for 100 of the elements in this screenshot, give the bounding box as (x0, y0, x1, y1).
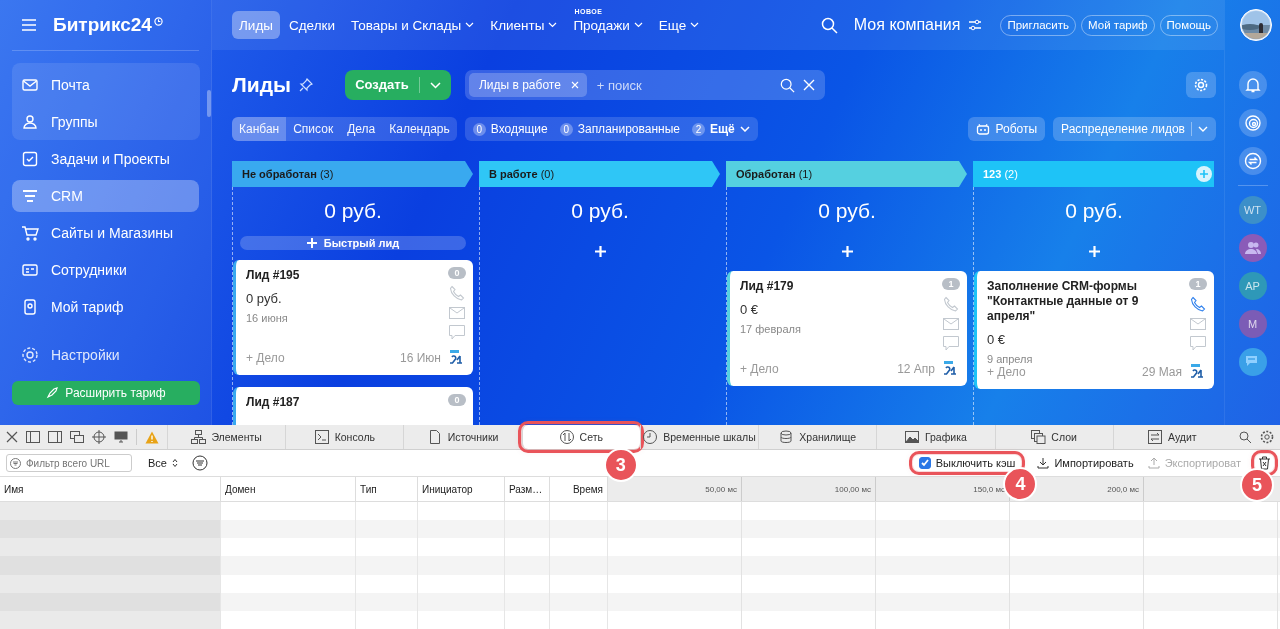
menu-icon[interactable] (21, 19, 37, 31)
card-deadline: 29 Мая (1142, 365, 1182, 379)
add-activity-link[interactable]: + Дело (246, 351, 285, 365)
devtools-tab[interactable]: Временные шкалы (639, 425, 759, 449)
nav-tab[interactable]: Сделки (282, 11, 342, 39)
user-avatar[interactable]: WT (1238, 196, 1267, 224)
devtools-tab[interactable]: Аудит (1112, 425, 1231, 449)
settings-icon[interactable] (1260, 430, 1274, 444)
crosshair-icon[interactable] (92, 430, 106, 444)
network-icon (559, 430, 575, 444)
devtools-tab[interactable]: Хранилище (758, 425, 877, 449)
view-tab[interactable]: Календарь (382, 117, 457, 141)
add-activity-link[interactable]: + Дело (987, 365, 1026, 379)
monitor-icon[interactable] (114, 431, 128, 443)
sidebar-item[interactable]: Мой тариф (12, 291, 199, 323)
column-header[interactable]: Тип (356, 477, 418, 501)
bitrix-logo-icon (1190, 363, 1206, 379)
type-select[interactable]: Все (148, 457, 178, 469)
nav-tab[interactable]: Клиенты (483, 11, 565, 39)
view-tab[interactable]: Список (286, 117, 341, 141)
plus-icon[interactable] (841, 246, 853, 257)
chat-icon[interactable] (1238, 147, 1267, 175)
devtools-tab[interactable]: Графика (876, 425, 995, 449)
step-number-badge: 5 (1240, 468, 1274, 502)
card-deadline: 16 Июн (400, 351, 441, 365)
search-icon[interactable] (1239, 430, 1252, 444)
sidebar-item[interactable]: Группы (12, 106, 199, 138)
quick-add-button[interactable]: Быстрый лид (240, 236, 466, 250)
search-icon[interactable] (779, 77, 795, 93)
sidebar-item[interactable]: Задачи и Проекты (12, 143, 199, 175)
user-avatar[interactable]: M (1238, 310, 1267, 338)
windows-icon[interactable] (70, 431, 84, 443)
column-header[interactable]: Не обработан (3) (232, 161, 473, 187)
add-activity-link[interactable]: + Дело (740, 362, 779, 376)
bell-icon[interactable] (1238, 71, 1267, 99)
column-header[interactable]: Инициатор (418, 477, 505, 501)
column-header[interactable]: Разм… (505, 477, 550, 501)
column-header[interactable]: Домен (221, 477, 356, 501)
create-button[interactable]: Создать (344, 70, 451, 100)
dock-bottom-icon[interactable] (48, 431, 62, 443)
timeline-tick: 100,00 мс (742, 477, 876, 501)
lead-card[interactable]: Заполнение CRM-формы "Контактные данные от 9 апреля" 0 € 9 апреля + Дело 29 Мая 1 (974, 271, 1214, 389)
database-icon (779, 430, 795, 444)
spiral-icon[interactable] (1238, 109, 1267, 137)
devtools-tab[interactable]: Слои (994, 425, 1113, 449)
sidebar-item[interactable]: Почта (12, 69, 199, 101)
step-number-badge: 4 (1003, 467, 1038, 501)
chevron-down-icon[interactable] (429, 81, 441, 89)
scrollbar-thumb[interactable] (207, 90, 211, 117)
column-header[interactable]: Обработан (1) (726, 161, 967, 187)
card-title[interactable]: Лид #187 (246, 395, 447, 410)
card-title[interactable]: Лид #195 (246, 268, 447, 283)
nav-tab[interactable]: Еще (651, 11, 707, 39)
group-icon[interactable] (1238, 234, 1267, 262)
close-icon[interactable] (6, 431, 18, 443)
column-header[interactable]: В работе (0) (479, 161, 720, 187)
devtools-tab[interactable]: Элементы (167, 425, 286, 449)
settings-button[interactable] (1186, 72, 1216, 98)
nav-tab[interactable]: Товары и Склады (344, 11, 482, 39)
sidebar-item[interactable]: CRM (12, 180, 199, 212)
lead-card[interactable]: Лид #179 0 € 17 февраля + Дело 12 Апр 1 (727, 271, 967, 386)
phone-icon[interactable] (1190, 296, 1206, 312)
pin-icon[interactable] (298, 78, 313, 92)
card-title[interactable]: Заполнение CRM-формы "Контактные данные от 9 апреля" (987, 279, 1188, 324)
distribution-button[interactable]: Распределение лидов (1053, 117, 1216, 141)
url-filter-field[interactable]: Фильтр всего URL (6, 454, 132, 472)
lead-card[interactable]: Лид #187 0 (233, 387, 473, 425)
upgrade-button[interactable]: Расширить тариф (12, 381, 200, 405)
lead-card[interactable]: Лид #195 0 руб. 16 июня + Дело 16 Июн 0 (233, 260, 473, 375)
devtools-tab[interactable]: Консоль (285, 425, 404, 449)
checkbox-icon (21, 150, 39, 168)
filter-tag[interactable]: Лиды в работе (468, 73, 587, 97)
card-title[interactable]: Лид #179 (740, 279, 941, 294)
counter-filter[interactable]: 0 Запланированные (559, 122, 680, 136)
sidebar-item[interactable]: Сотрудники (12, 254, 199, 286)
id-card-icon (21, 261, 39, 279)
messages-icon[interactable] (1238, 348, 1267, 376)
dock-left-icon[interactable] (26, 431, 40, 443)
plus-icon[interactable] (1088, 246, 1100, 257)
activity-count: 1 (942, 278, 960, 290)
filter-icon[interactable] (191, 455, 208, 471)
document-icon (427, 430, 443, 444)
sliders-icon[interactable] (968, 19, 983, 31)
import-button[interactable]: Импортировать (1037, 457, 1134, 469)
view-tab[interactable]: Канбан (232, 117, 287, 141)
card-deadline: 12 Апр (897, 362, 935, 376)
counter-filter[interactable]: 0 Входящие (472, 122, 548, 136)
sidebar-item[interactable]: Сайты и Магазины (12, 217, 199, 249)
download-icon (1037, 457, 1050, 469)
search-field[interactable]: Лиды в работе + поиск (464, 70, 825, 100)
search-icon[interactable] (820, 16, 838, 34)
view-tab[interactable]: Дела (340, 117, 383, 141)
nav-tab[interactable]: Лиды (232, 11, 280, 39)
brand-logo[interactable]: Битрикс24 (53, 14, 152, 36)
robots-button[interactable]: Роботы (967, 117, 1046, 141)
plus-icon[interactable] (594, 246, 606, 257)
settings-link[interactable]: Настройки (12, 339, 199, 371)
counter-filter[interactable]: 2 Ещё (691, 122, 750, 136)
company-name[interactable]: Моя компания (853, 16, 961, 34)
column-header[interactable]: Имя (0, 477, 221, 501)
